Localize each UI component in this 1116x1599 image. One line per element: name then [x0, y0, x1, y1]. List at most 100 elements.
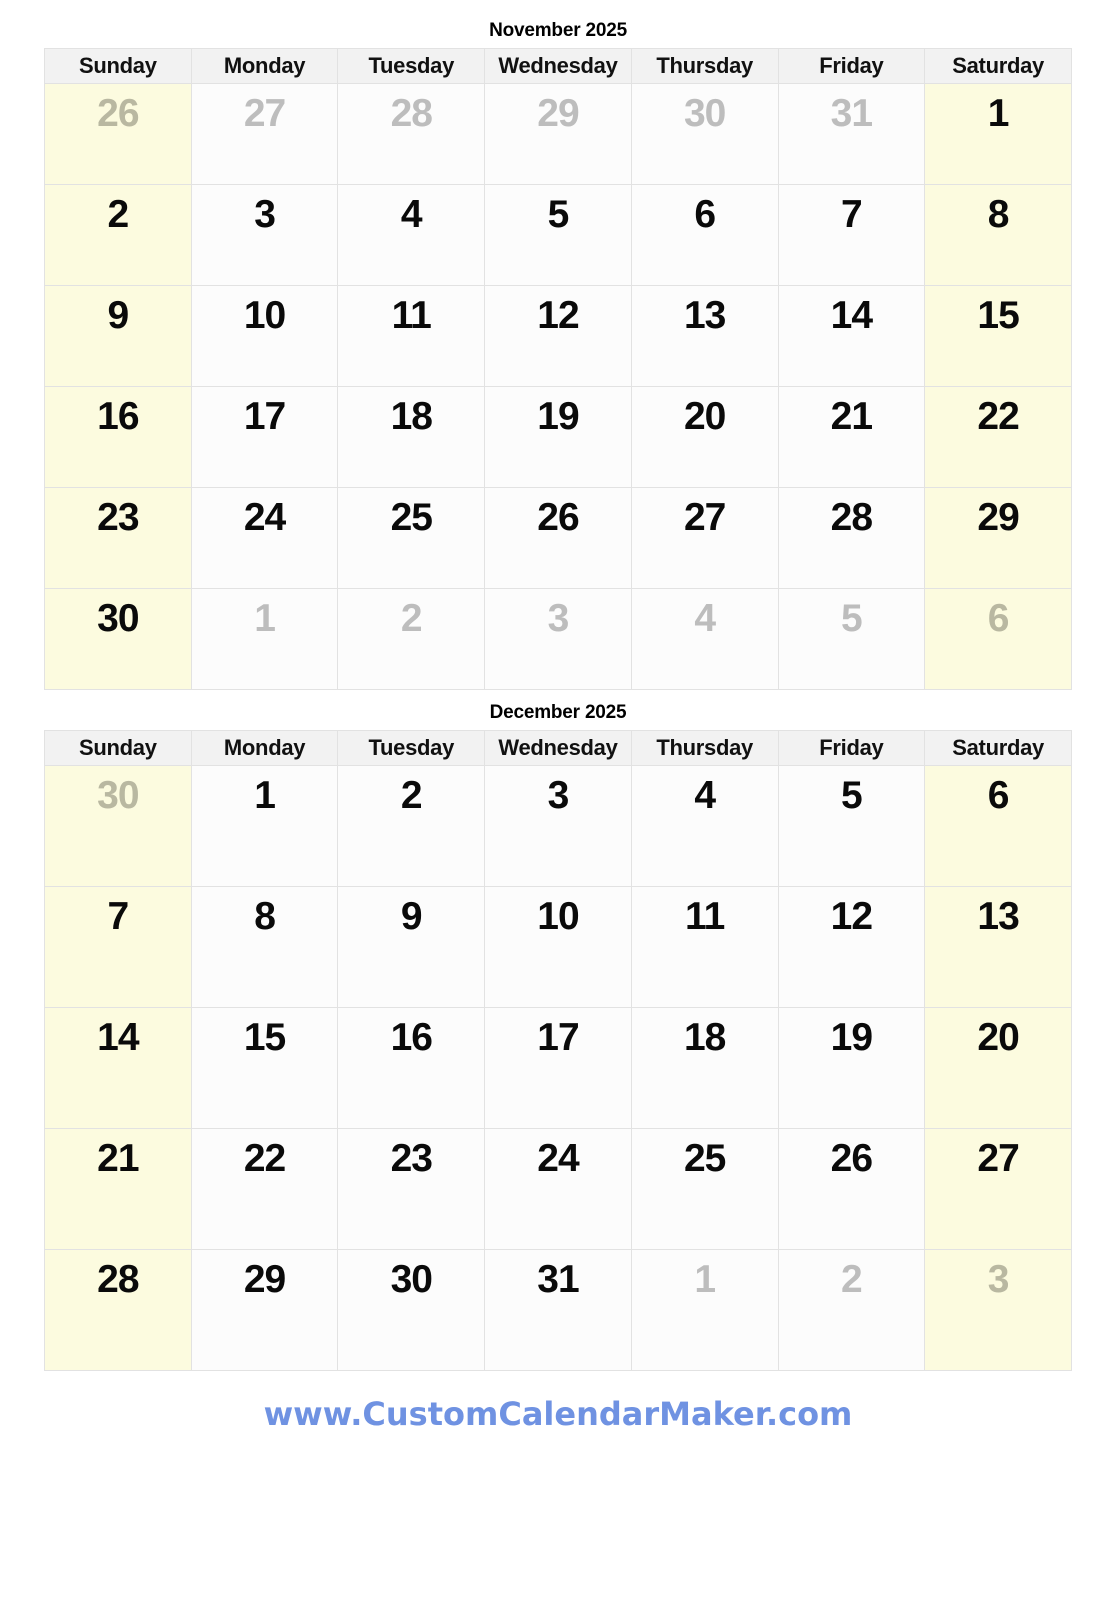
day-number: 29	[537, 92, 579, 135]
calendar-day-cell[interactable]: 8	[190, 886, 339, 1008]
calendar-day-cell[interactable]: 28	[777, 487, 926, 589]
calendar-day-cell[interactable]: 4	[630, 588, 779, 690]
weekday-header-tuesday: Tuesday	[337, 730, 486, 766]
calendar-day-cell[interactable]: 18	[630, 1007, 779, 1129]
day-number: 22	[977, 395, 1019, 438]
calendar-day-cell[interactable]: 30	[44, 765, 192, 887]
day-number: 24	[537, 1137, 579, 1180]
calendar-day-cell[interactable]: 29	[924, 487, 1072, 589]
day-number: 2	[400, 597, 423, 640]
weekday-header-wednesday: Wednesday	[484, 730, 632, 766]
month-block-december: December 2025 Sunday Monday Tuesday Wedn…	[44, 702, 1072, 1371]
calendar-day-cell[interactable]: 19	[484, 386, 632, 488]
day-number: 22	[243, 1137, 286, 1180]
calendar-day-cell[interactable]: 19	[777, 1007, 926, 1129]
calendar-grid-november: Sunday Monday Tuesday Wednesday Thursday…	[44, 48, 1072, 690]
calendar-day-cell[interactable]: 8	[924, 184, 1072, 286]
calendar-day-cell[interactable]: 5	[777, 588, 926, 690]
calendar-day-cell[interactable]: 21	[44, 1128, 192, 1250]
calendar-day-cell[interactable]: 31	[777, 83, 926, 185]
calendar-day-cell[interactable]: 11	[337, 285, 486, 387]
calendar-day-cell[interactable]: 6	[924, 765, 1072, 887]
calendar-day-cell[interactable]: 1	[190, 588, 339, 690]
calendar-day-cell[interactable]: 17	[484, 1007, 632, 1129]
calendar-day-cell[interactable]: 26	[484, 487, 632, 589]
calendar-day-cell[interactable]: 29	[484, 83, 632, 185]
calendar-day-cell[interactable]: 10	[190, 285, 339, 387]
calendar-day-cell[interactable]: 28	[337, 83, 486, 185]
calendar-day-cell[interactable]: 30	[44, 588, 192, 690]
calendar-day-cell[interactable]: 29	[190, 1249, 339, 1371]
calendar-day-cell[interactable]: 2	[777, 1249, 926, 1371]
calendar-day-cell[interactable]: 2	[44, 184, 192, 286]
calendar-day-cell[interactable]: 16	[337, 1007, 486, 1129]
calendar-day-cell[interactable]: 22	[924, 386, 1072, 488]
calendar-day-cell[interactable]: 30	[337, 1249, 486, 1371]
calendar-day-cell[interactable]: 28	[44, 1249, 192, 1371]
calendar-day-cell[interactable]: 6	[924, 588, 1072, 690]
day-number: 29	[243, 1258, 286, 1301]
day-number: 12	[537, 294, 579, 337]
calendar-day-cell[interactable]: 23	[44, 487, 192, 589]
calendar-day-cell[interactable]: 1	[630, 1249, 779, 1371]
calendar-day-cell[interactable]: 3	[190, 184, 339, 286]
calendar-day-cell[interactable]: 1	[924, 83, 1072, 185]
calendar-day-cell[interactable]: 6	[630, 184, 779, 286]
calendar-day-cell[interactable]: 7	[777, 184, 926, 286]
calendar-body-november: 26 27 28 29 30 31 1 2 3 4 5 6 7 8 9 10 11 12 13 14 15 16 17 18 1…	[44, 83, 1072, 690]
calendar-day-cell[interactable]: 4	[630, 765, 779, 887]
day-number: 7	[841, 193, 863, 236]
calendar-day-cell[interactable]: 26	[777, 1128, 926, 1250]
calendar-day-cell[interactable]: 13	[630, 285, 779, 387]
calendar-day-cell[interactable]: 22	[190, 1128, 339, 1250]
calendar-day-cell[interactable]: 24	[190, 487, 339, 589]
calendar-day-cell[interactable]: 7	[44, 886, 192, 1008]
calendar-grid-december: Sunday Monday Tuesday Wednesday Thursday…	[44, 730, 1072, 1371]
calendar-day-cell[interactable]: 3	[924, 1249, 1072, 1371]
day-number: 30	[97, 597, 139, 640]
day-number: 17	[537, 1016, 579, 1059]
calendar-day-cell[interactable]: 4	[337, 184, 486, 286]
day-number: 13	[977, 895, 1019, 938]
calendar-day-cell[interactable]: 26	[44, 83, 192, 185]
calendar-day-cell[interactable]: 25	[337, 487, 486, 589]
calendar-day-cell[interactable]: 5	[777, 765, 926, 887]
calendar-day-cell[interactable]: 18	[337, 386, 486, 488]
calendar-day-cell[interactable]: 11	[630, 886, 779, 1008]
day-number: 5	[841, 597, 863, 640]
calendar-day-cell[interactable]: 14	[44, 1007, 192, 1129]
calendar-day-cell[interactable]: 21	[777, 386, 926, 488]
calendar-day-cell[interactable]: 5	[484, 184, 632, 286]
calendar-day-cell[interactable]: 12	[484, 285, 632, 387]
calendar-day-cell[interactable]: 9	[44, 285, 192, 387]
calendar-day-cell[interactable]: 20	[924, 1007, 1072, 1129]
calendar-day-cell[interactable]: 31	[484, 1249, 632, 1371]
custom-calendar-maker-link[interactable]: www.CustomCalendarMaker.com	[44, 1395, 1072, 1433]
day-number: 10	[537, 895, 579, 938]
calendar-day-cell[interactable]: 24	[484, 1128, 632, 1250]
calendar-day-cell[interactable]: 9	[337, 886, 486, 1008]
calendar-day-cell[interactable]: 13	[924, 886, 1072, 1008]
calendar-day-cell[interactable]: 27	[190, 83, 339, 185]
calendar-day-cell[interactable]: 2	[337, 765, 486, 887]
calendar-day-cell[interactable]: 3	[484, 588, 632, 690]
calendar-day-cell[interactable]: 16	[44, 386, 192, 488]
calendar-day-cell[interactable]: 1	[190, 765, 339, 887]
day-number: 18	[683, 1016, 726, 1059]
calendar-day-cell[interactable]: 20	[630, 386, 779, 488]
calendar-day-cell[interactable]: 17	[190, 386, 339, 488]
calendar-day-cell[interactable]: 15	[190, 1007, 339, 1129]
calendar-day-cell[interactable]: 15	[924, 285, 1072, 387]
calendar-day-cell[interactable]: 23	[337, 1128, 486, 1250]
calendar-day-cell[interactable]: 14	[777, 285, 926, 387]
calendar-day-cell[interactable]: 2	[337, 588, 486, 690]
calendar-day-cell[interactable]: 30	[630, 83, 779, 185]
calendar-day-cell[interactable]: 10	[484, 886, 632, 1008]
calendar-day-cell[interactable]: 12	[777, 886, 926, 1008]
weekday-header-row: Sunday Monday Tuesday Wednesday Thursday…	[44, 48, 1072, 84]
calendar-day-cell[interactable]: 3	[484, 765, 632, 887]
calendar-day-cell[interactable]: 25	[630, 1128, 779, 1250]
calendar-day-cell[interactable]: 27	[630, 487, 779, 589]
calendar-day-cell[interactable]: 27	[924, 1128, 1072, 1250]
day-number: 14	[830, 294, 873, 337]
